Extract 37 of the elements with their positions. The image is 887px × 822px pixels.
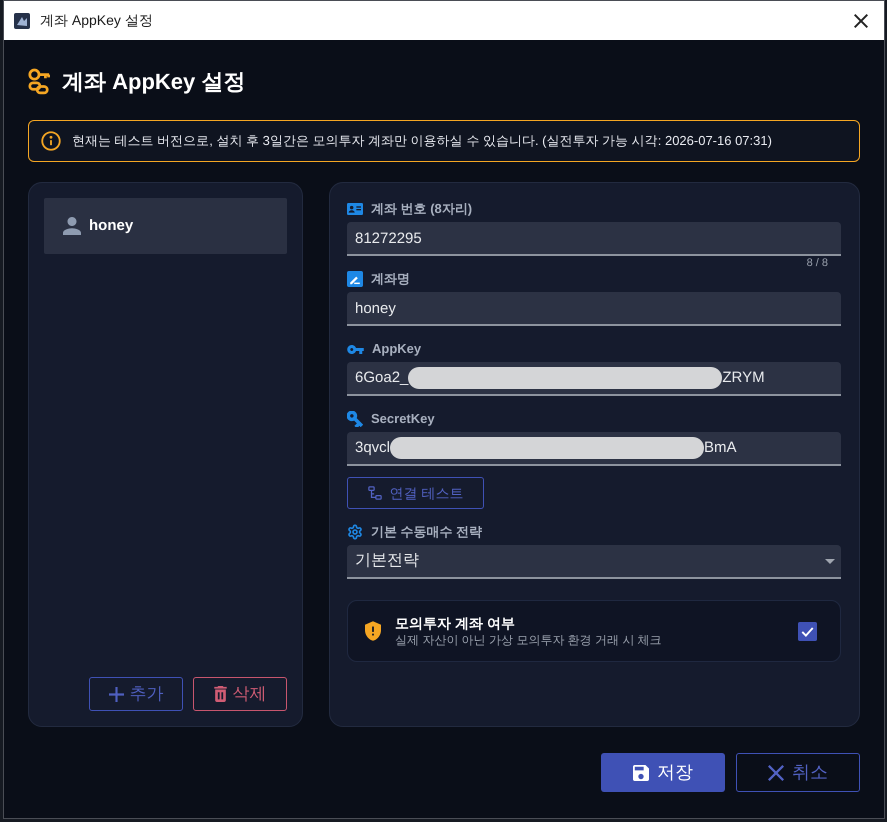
- key-icon: [347, 411, 363, 427]
- key-icon: [347, 344, 364, 354]
- cancel-button[interactable]: 취소: [736, 753, 860, 792]
- trash-icon: [214, 686, 226, 702]
- settings-icon: [347, 524, 363, 540]
- info-icon: [41, 131, 61, 151]
- key-field[interactable]: 3qvcl BmA: [347, 432, 841, 466]
- key-field[interactable]: 6Goa2_ ZRYM: [347, 362, 841, 396]
- app-icon: [14, 12, 30, 28]
- close-icon: [854, 14, 868, 28]
- plus-icon: [108, 686, 124, 702]
- person-icon: [63, 217, 81, 235]
- notice-text: 현재는 테스트 버전으로, 설치 후 3일간은 모의투자 계좌만 이용하실 수 있습니다. (실전투자 가능 시각: 2026-07-16 07:31): [72, 132, 772, 150]
- shield-alert-icon: [365, 621, 381, 641]
- option-title: 모의투자 계좌 여부: [395, 614, 516, 632]
- option-description: 실제 자산이 아닌 가상 모의투자 환경 거래 시 체크: [395, 632, 663, 648]
- field-label: SecretKey: [371, 410, 435, 428]
- network-icon: [368, 486, 382, 500]
- close-icon: [768, 764, 784, 780]
- account-list-item[interactable]: honey: [44, 198, 287, 254]
- text-field[interactable]: 81272295: [347, 222, 841, 256]
- character-counter: 8 / 8: [806, 256, 828, 270]
- field-label: 계좌 번호 (8자리): [371, 200, 472, 218]
- edit-icon: [347, 271, 363, 287]
- caret-icon: [825, 558, 835, 564]
- checkbox[interactable]: [798, 622, 817, 640]
- strategy-select[interactable]: 기본전략: [347, 545, 841, 579]
- dialog-title: 계좌 AppKey 설정: [62, 68, 246, 96]
- field-label: 기본 수동매수 전략: [371, 523, 482, 542]
- field-label: AppKey: [372, 340, 422, 358]
- save-button[interactable]: 저장: [601, 753, 725, 792]
- window-title: 계좌 AppKey 설정: [40, 11, 153, 30]
- delete-button[interactable]: 삭제: [193, 677, 287, 711]
- text-field[interactable]: honey: [347, 292, 841, 326]
- field-label: 계좌명: [371, 270, 410, 288]
- key-link-icon: [28, 67, 50, 95]
- id-card-icon: [347, 203, 363, 215]
